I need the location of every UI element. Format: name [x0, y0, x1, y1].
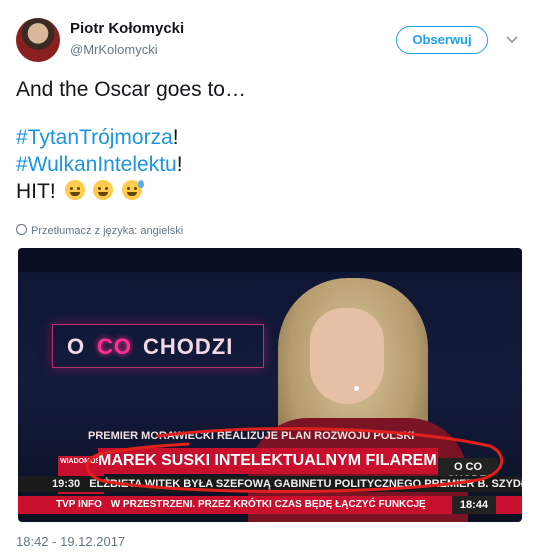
tweet-line-1: And the Oscar goes to… [16, 78, 246, 101]
tweet-timestamp[interactable]: 18:42 - 19.12.2017 [16, 534, 125, 549]
hashtag-wulkan-intelektu[interactable]: #WulkanIntelektu [16, 153, 177, 176]
hashtag-tytan-trojmorza[interactable]: #TytanTrójmorza [16, 126, 173, 149]
avatar[interactable] [16, 18, 60, 62]
user-handle[interactable]: @MrKolomycki [70, 42, 158, 57]
hit-text: HIT! [16, 180, 56, 203]
tears-of-joy-emoji-icon [93, 180, 114, 200]
translate-label: Przetłumacz z języka: angielski [31, 225, 184, 237]
crying-face-emoji-icon [64, 180, 85, 200]
exclaim-1: ! [172, 126, 179, 149]
tweet-media-image[interactable]: O CO CHODZI PREMIER MORAWIECKI REALIZUJE… [18, 248, 522, 522]
globe-icon [16, 224, 27, 235]
red-annotation-circle [85, 427, 504, 493]
exclaim-2: ! [176, 153, 183, 176]
user-name[interactable]: Piotr Kołomycki [70, 20, 184, 37]
sweat-smile-emoji-icon [122, 180, 145, 200]
tweet-text: And the Oscar goes to… #TytanTrójmorza! … [16, 76, 526, 205]
chevron-down-icon[interactable] [505, 32, 519, 46]
translate-link[interactable]: Przetłumacz z języka: angielski [16, 224, 183, 237]
follow-button[interactable]: Obserwuj [396, 26, 488, 54]
